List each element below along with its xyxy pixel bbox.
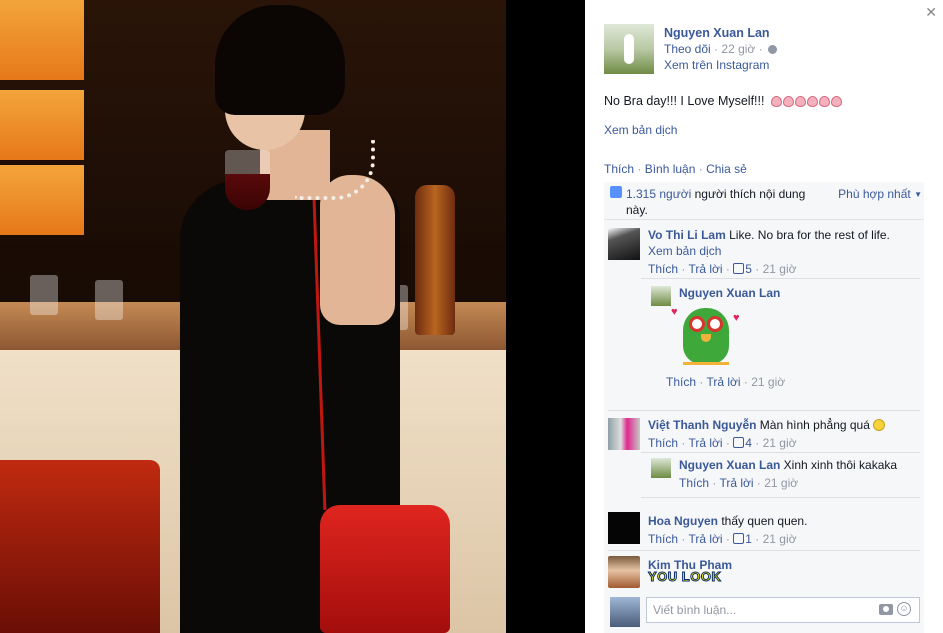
caret-down-icon: ▼: [914, 190, 922, 199]
comment-time[interactable]: 21 giờ: [763, 262, 797, 276]
post-time[interactable]: 22 giờ: [721, 42, 755, 56]
see-translation-link[interactable]: Xem bản dịch: [648, 244, 721, 258]
see-translation-link[interactable]: Xem bản dịch: [604, 123, 677, 137]
reply-body: Nguyen Xuan Lan: [679, 285, 780, 301]
follow-link[interactable]: Theo dõi: [664, 42, 711, 56]
comment: Vo Thi Li Lam Like. No bra for the rest …: [604, 220, 924, 396]
reply-time[interactable]: 21 giờ: [751, 375, 785, 389]
comment-like-link[interactable]: Thích: [648, 436, 678, 450]
comment-body: Kim Thu Pham YOU LOOK: [647, 557, 920, 585]
smiley-icon: [873, 419, 886, 431]
share-link[interactable]: Chia sẻ: [706, 162, 747, 176]
comment-actions: Thích · Trả lời · 5 · 21 giờ: [648, 262, 797, 276]
post-caption: No Bra day!!! I Love Myself!!!: [604, 94, 765, 108]
thumbs-up-icon: [733, 263, 745, 274]
comment-body: Hoa Nguyen thấy quen quen. Thích · Trả l…: [648, 513, 920, 547]
comment-like-count[interactable]: 4: [745, 436, 752, 450]
likes-summary: 1.315 người người thích nội dung này. Ph…: [604, 182, 924, 220]
smiley-icon[interactable]: ☺: [897, 602, 911, 616]
commenter-avatar[interactable]: [608, 418, 640, 450]
reply-actions: Thích · Trả lời · 21 giờ: [666, 375, 786, 389]
comment-body: Việt Thanh Nguyễn Màn hình phẳng quá Thí…: [648, 417, 920, 451]
comment-time[interactable]: 21 giờ: [763, 436, 797, 450]
post-side-panel: ✕ Nguyen Xuan Lan Theo dõi · 22 giờ · Xe…: [585, 0, 943, 633]
comment: Việt Thanh Nguyễn Màn hình phẳng quá Thí…: [604, 412, 924, 502]
camera-icon[interactable]: [879, 604, 893, 615]
meta-separator: ·: [714, 42, 719, 56]
commenter-avatar[interactable]: [608, 228, 640, 260]
comment-text: Like. No bra for the rest of life.: [725, 228, 890, 242]
reply-text: Xinh xinh thôi kakaka: [780, 458, 898, 472]
commenter-avatar[interactable]: [608, 512, 640, 544]
you-look-sticker: YOU LOOK: [647, 569, 722, 585]
likes-count[interactable]: 1.315 người: [626, 187, 691, 201]
reply-time[interactable]: 21 giờ: [764, 476, 798, 490]
comment-text: thấy quen quen.: [718, 514, 808, 528]
current-user-avatar: [610, 597, 640, 627]
photo-viewer[interactable]: [0, 0, 585, 633]
comment-composer: ☺: [604, 592, 924, 633]
comment-actions: Thích · Trả lời · 4 · 21 giờ: [648, 436, 797, 450]
commenter-name[interactable]: Việt Thanh Nguyễn: [648, 418, 756, 432]
reply-reply-link[interactable]: Trả lời: [706, 375, 740, 389]
comment-reply-link[interactable]: Trả lời: [688, 532, 722, 546]
post-actions: Thích · Bình luận · Chia sẻ: [604, 162, 747, 176]
comment-like-link[interactable]: Thích: [648, 532, 678, 546]
comment-like-link[interactable]: Thích: [648, 262, 678, 276]
comment-reply: Nguyen Xuan Lan Xinh xinh thôi kakaka Th…: [641, 452, 920, 498]
commenter-name[interactable]: Vo Thi Li Lam: [648, 228, 726, 242]
post-photo: [0, 0, 506, 633]
reply-reply-link[interactable]: Trả lời: [719, 476, 753, 490]
comment-time[interactable]: 21 giờ: [763, 532, 797, 546]
post-text: No Bra day!!! I Love Myself!!!: [604, 94, 842, 108]
comment-reply-link[interactable]: Trả lời: [688, 262, 722, 276]
view-on-instagram-link[interactable]: Xem trên Instagram: [664, 58, 769, 72]
reply-author-name[interactable]: Nguyen Xuan Lan: [679, 286, 780, 300]
author-avatar[interactable]: [604, 24, 654, 74]
globe-icon: [767, 45, 777, 54]
comment-reply-link[interactable]: Trả lời: [688, 436, 722, 450]
post-meta: Theo dõi · 22 giờ ·: [664, 42, 777, 56]
comment: Hoa Nguyen thấy quen quen. Thích · Trả l…: [604, 506, 924, 552]
comment-like-count[interactable]: 5: [745, 262, 752, 276]
reply-avatar[interactable]: [651, 286, 671, 306]
like-link[interactable]: Thích: [604, 162, 634, 176]
comment: Kim Thu Pham YOU LOOK: [604, 552, 924, 592]
comment-reply: Nguyen Xuan Lan ♥ ♥ Thích · Trả lời · 21…: [641, 278, 920, 396]
heart-emoji-icon: [770, 96, 842, 107]
author-name[interactable]: Nguyen Xuan Lan: [664, 26, 770, 40]
meta-separator: ·: [758, 42, 763, 56]
comment-link[interactable]: Bình luận: [645, 162, 696, 176]
reply-body: Nguyen Xuan Lan Xinh xinh thôi kakaka Th…: [679, 458, 898, 490]
reply-like-link[interactable]: Thích: [679, 476, 709, 490]
reply-avatar[interactable]: [651, 458, 671, 478]
comment-like-count[interactable]: 1: [745, 532, 752, 546]
thumbs-up-icon: [610, 186, 622, 198]
comment-sort-dropdown[interactable]: Phù hợp nhất ▼: [838, 187, 922, 201]
comments-list: Vo Thi Li Lam Like. No bra for the rest …: [604, 220, 924, 592]
comment-text: Màn hình phẳng quá: [756, 418, 870, 432]
comment-body: Vo Thi Li Lam Like. No bra for the rest …: [648, 227, 920, 277]
likes-text: 1.315 người người thích nội dung này.: [626, 187, 806, 217]
close-icon[interactable]: ✕: [925, 4, 937, 20]
post-header: Nguyen Xuan Lan Theo dõi · 22 giờ · Xem …: [604, 24, 924, 76]
thumbs-up-icon: [733, 533, 745, 544]
owl-sticker: ♥ ♥: [671, 302, 743, 370]
commenter-name[interactable]: Hoa Nguyen: [648, 514, 718, 528]
comment-actions: Thích · Trả lời · 1 · 21 giờ: [648, 532, 797, 546]
reply-author-name[interactable]: Nguyen Xuan Lan: [679, 458, 780, 472]
reply-like-link[interactable]: Thích: [666, 375, 696, 389]
commenter-avatar[interactable]: [608, 556, 640, 588]
thumbs-up-icon: [733, 437, 745, 448]
